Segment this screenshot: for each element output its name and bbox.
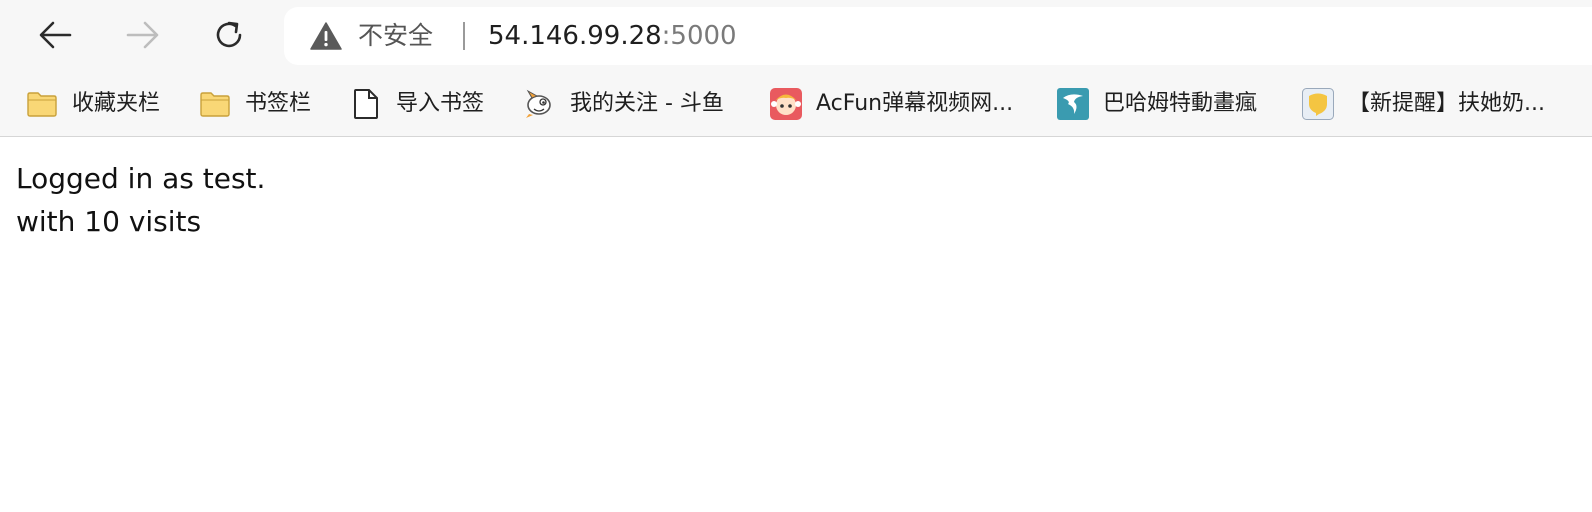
url-port: :5000 — [661, 21, 737, 51]
visit-count-text: with 10 visits — [16, 205, 202, 238]
url-host: 54.146.99.28 — [488, 21, 662, 51]
bookmark-label: 【新提醒】扶她奶... — [1348, 91, 1545, 116]
folder-icon — [26, 88, 58, 120]
bookmark-import[interactable]: 导入书签 — [350, 82, 484, 126]
arrow-right-icon — [126, 21, 159, 49]
address-bar[interactable]: 不安全 54.146.99.28:5000 — [284, 7, 1592, 65]
bookmark-label: AcFun弹幕视频网... — [816, 91, 1014, 116]
douyu-fish-icon — [524, 88, 556, 120]
page-content: Logged in as test. with 10 visits — [16, 157, 265, 243]
browser-toolbar: 不安全 54.146.99.28:5000 — [0, 0, 1592, 72]
bookmark-forum[interactable]: 【新提醒】扶她奶... — [1302, 82, 1545, 126]
acfun-icon — [770, 88, 802, 120]
bookmark-douyu[interactable]: 我的关注 - 斗鱼 — [524, 82, 724, 126]
bookmark-label: 书签栏 — [245, 91, 312, 116]
back-button[interactable] — [32, 12, 78, 58]
arrow-left-icon — [39, 21, 72, 49]
forum-icon — [1302, 88, 1334, 120]
warning-triangle-icon[interactable] — [310, 22, 342, 50]
bookmark-label: 巴哈姆特動畫瘋 — [1103, 91, 1258, 116]
bookmark-label: 收藏夹栏 — [72, 91, 161, 116]
bookmark-label: 导入书签 — [396, 91, 485, 116]
url-text[interactable]: 54.146.99.28:5000 — [488, 20, 737, 52]
forward-button[interactable] — [120, 12, 166, 58]
bookmark-bar-folder[interactable]: 书签栏 — [199, 82, 311, 126]
security-status-label[interactable]: 不安全 — [358, 21, 433, 51]
login-status-text: Logged in as test. — [16, 162, 266, 195]
bookmark-acfun[interactable]: AcFun弹幕视频网... — [770, 82, 1013, 126]
address-divider — [463, 22, 465, 50]
bookmark-label: 我的关注 - 斗鱼 — [570, 91, 724, 116]
bookmarks-bar: 收藏夹栏 书签栏 导入书签 我的关注 - 斗鱼 AcFun弹幕视频网... 巴哈… — [0, 72, 1592, 136]
browser-chrome: 不安全 54.146.99.28:5000 收藏夹栏 书签栏 导入书签 我的关注… — [0, 0, 1592, 137]
reload-button[interactable] — [206, 12, 252, 58]
reload-icon — [216, 21, 242, 48]
document-icon — [350, 88, 382, 120]
folder-icon — [199, 88, 231, 120]
bookmark-favorites-folder[interactable]: 收藏夹栏 — [26, 82, 160, 126]
bahamut-icon — [1057, 88, 1089, 120]
bookmark-bahamut[interactable]: 巴哈姆特動畫瘋 — [1057, 82, 1257, 126]
